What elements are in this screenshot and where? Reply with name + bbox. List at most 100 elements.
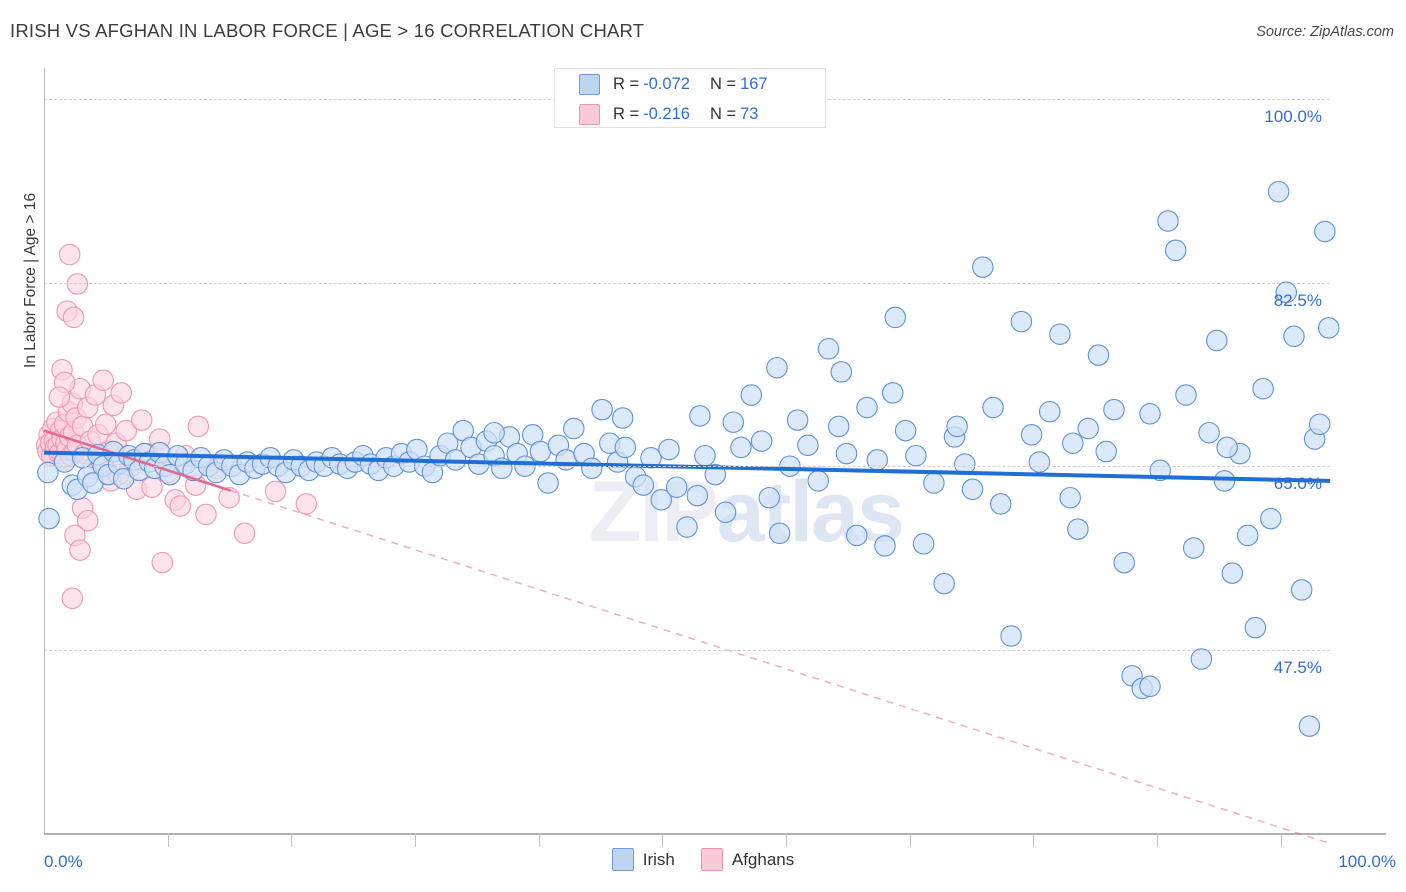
data-point (894, 419, 917, 442)
legend-item-irish[interactable]: Irish (611, 848, 675, 871)
data-point (972, 256, 994, 278)
data-point (797, 434, 819, 457)
gridline-y (44, 466, 1330, 468)
stats-n-value-afghans: 73 (740, 104, 759, 123)
data-point (1020, 424, 1043, 446)
data-point (1317, 317, 1340, 339)
gridline-y (44, 649, 1330, 651)
data-point (1298, 715, 1321, 737)
correlation-stats-box: R = -0.072 N = 167 R = -0.216 N = 73 (554, 68, 826, 128)
data-point (722, 411, 745, 433)
x-tick (1033, 833, 1035, 847)
data-point (66, 273, 89, 295)
y-tick-label: 65.0% (1273, 474, 1322, 494)
stats-row-afghans: R = -0.216 N = 73 (555, 99, 825, 129)
data-point (233, 522, 256, 545)
data-point (1213, 470, 1236, 492)
data-point (905, 444, 927, 467)
source-attribution: Source: ZipAtlas.com (1256, 24, 1394, 40)
stats-n-label-afghans: N = (709, 104, 737, 123)
legend-label-irish: Irish (642, 849, 675, 869)
data-point (1206, 329, 1228, 352)
x-axis-line (44, 833, 1386, 835)
data-point (1139, 675, 1161, 698)
stats-n-label-irish: N = (709, 74, 737, 93)
x-tick (662, 833, 664, 847)
data-point (658, 438, 680, 461)
y-tick-label: 47.5% (1273, 657, 1322, 677)
stats-swatch-irish (579, 73, 600, 95)
data-point (1190, 648, 1213, 670)
data-point (758, 486, 781, 509)
data-point (846, 524, 868, 547)
data-point (1157, 210, 1179, 232)
data-point (611, 407, 634, 429)
data-point (990, 493, 1012, 515)
data-point (714, 501, 737, 524)
data-point (830, 361, 853, 383)
data-point (581, 457, 603, 480)
stats-r-value-afghans: -0.216 (643, 104, 690, 123)
data-point (38, 507, 60, 530)
data-point (130, 409, 153, 431)
data-point (1290, 579, 1313, 601)
data-point (1077, 417, 1099, 440)
data-point (632, 474, 655, 496)
x-tick (785, 833, 787, 847)
data-point (110, 382, 132, 404)
data-point (483, 421, 505, 444)
data-point (946, 415, 968, 438)
stats-swatch-afghans (579, 103, 600, 125)
data-point (1087, 344, 1110, 366)
stats-n-value-irish: 167 (740, 74, 768, 93)
data-point (982, 396, 1004, 419)
x-tick (1280, 833, 1282, 847)
data-point (1095, 440, 1117, 463)
data-point (1244, 616, 1267, 639)
x-tick (291, 833, 293, 847)
data-point (933, 572, 955, 595)
x-tick (167, 833, 169, 847)
data-point (686, 484, 709, 507)
data-point (141, 476, 163, 498)
x-tick (538, 833, 540, 847)
data-point (614, 436, 637, 459)
data-point (58, 243, 81, 266)
page-title: IRISH VS AFGHAN IN LABOR FORCE | AGE > 1… (10, 20, 645, 41)
legend-label-afghans: Afghans (731, 849, 795, 869)
data-point (92, 369, 114, 392)
data-point (1164, 239, 1187, 262)
series-points-irish (37, 180, 1340, 737)
plot-area: In Labor Force | Age > 16 ZIPatlas 47.5%… (22, 68, 1340, 845)
data-point (1139, 403, 1161, 425)
gridline-y (44, 282, 1330, 284)
data-point (730, 436, 752, 459)
data-point (1221, 562, 1244, 584)
stats-r-value-irish: -0.072 (643, 74, 690, 93)
y-axis-title: In Labor Force | Age > 16 (22, 192, 39, 368)
x-tick (909, 833, 911, 847)
data-point (1010, 310, 1033, 333)
legend-swatch-afghans (700, 848, 723, 871)
data-point (961, 478, 984, 501)
data-point (817, 338, 840, 360)
stats-r-label-irish: R = (613, 74, 640, 93)
data-point (750, 430, 773, 452)
data-point (1067, 518, 1089, 540)
data-point (884, 306, 907, 329)
data-point (1267, 180, 1290, 203)
data-point (61, 587, 84, 610)
data-point (676, 516, 698, 538)
data-point (1113, 551, 1135, 574)
legend-item-afghans[interactable]: Afghans (700, 848, 795, 871)
data-point (827, 415, 850, 438)
data-point (195, 503, 217, 526)
data-point (1175, 384, 1197, 406)
legend-swatch-irish (611, 848, 634, 871)
data-point (94, 413, 117, 436)
series-points-afghans (35, 243, 318, 610)
data-point (1038, 400, 1061, 423)
data-point (768, 522, 791, 545)
stats-r-label-afghans: R = (613, 104, 640, 123)
y-tick-label: 100.0% (1264, 107, 1322, 127)
